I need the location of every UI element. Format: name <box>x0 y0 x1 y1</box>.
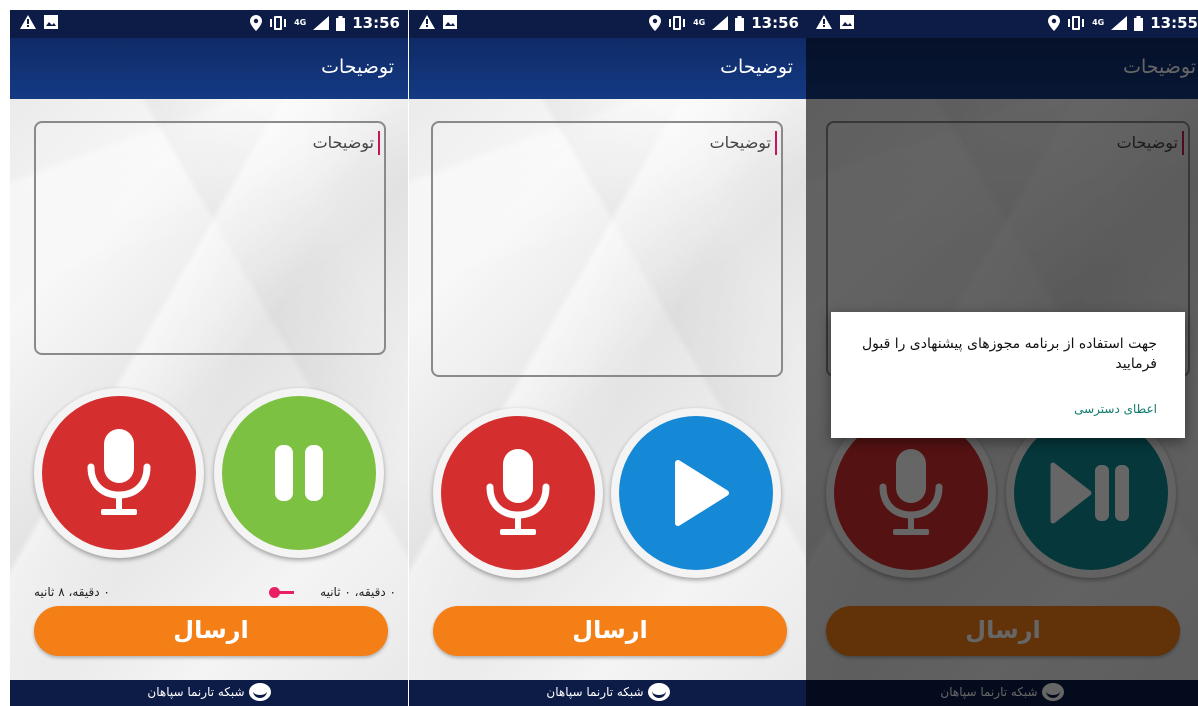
warning-icon <box>419 15 435 29</box>
send-button[interactable]: ارسال <box>34 606 388 656</box>
image-icon <box>443 15 457 29</box>
signal-icon <box>313 16 330 30</box>
microphone-icon <box>87 429 151 515</box>
footer-text: شبکه تارنما سپاهان <box>546 685 644 699</box>
vibrate-icon <box>669 16 686 30</box>
text-caret <box>378 131 380 155</box>
footer: شبکه تارنما سپاهان <box>10 680 408 706</box>
status-time: 13:55 <box>1150 14 1198 32</box>
pause-icon <box>275 445 323 501</box>
total-duration: ۰ دقیقه، ۸ ثانیه <box>34 585 110 599</box>
description-placeholder: توضیحات <box>709 133 771 152</box>
send-button[interactable]: ارسال <box>433 606 787 656</box>
image-icon <box>840 15 854 29</box>
location-icon <box>1048 15 1061 31</box>
footer: شبکه تارنما سپاهان <box>409 680 807 706</box>
page-title: توضیحات <box>720 56 793 78</box>
play-icon <box>675 460 729 526</box>
status-bar: 4G 13:56 <box>409 10 807 38</box>
battery-icon <box>1134 15 1144 31</box>
permission-dialog: جهت استفاده از برنامه مجوزهای پیشنهادی ر… <box>831 312 1185 438</box>
app-bar: توضیحات <box>409 38 807 99</box>
logo-icon <box>647 683 670 701</box>
screen-permission: 4G 13:55 توضیحات توضیحات ارسال <box>806 10 1198 706</box>
play-button[interactable] <box>611 408 781 578</box>
warning-icon <box>816 15 832 29</box>
signal-icon <box>712 16 729 30</box>
app-bar: توضیحات <box>10 38 408 99</box>
image-icon <box>44 15 58 29</box>
seek-handle[interactable] <box>269 587 280 598</box>
location-icon <box>649 15 662 31</box>
record-button[interactable] <box>433 408 603 578</box>
vibrate-icon <box>270 16 287 30</box>
recording-timer: ۰ دقیقه، ۸ ثانیه ۰ دقیقه، ۰ ثانیه <box>10 585 408 605</box>
status-bar: 4G 13:55 <box>806 10 1198 38</box>
screen-playback: 4G 13:56 توضیحات توضیحات ارسال شبکه تارن… <box>409 10 807 706</box>
footer-text: شبکه تارنما سپاهان <box>147 685 245 699</box>
description-input[interactable]: توضیحات <box>34 121 386 355</box>
screen-recording: 4G 13:56 توضیحات توضیحات ۰ دقیقه، ۸ ثانی… <box>10 10 408 706</box>
signal-icon <box>1111 16 1128 30</box>
page-title: توضیحات <box>321 56 394 78</box>
seek-track <box>278 591 294 594</box>
microphone-icon <box>486 449 550 535</box>
network-type: 4G <box>693 18 706 27</box>
location-icon <box>250 15 263 31</box>
elapsed-time: ۰ دقیقه، ۰ ثانیه <box>320 585 396 599</box>
text-caret <box>775 131 777 155</box>
status-bar: 4G 13:56 <box>10 10 408 38</box>
warning-icon <box>20 15 36 29</box>
battery-icon <box>735 15 745 31</box>
dialog-message: جهت استفاده از برنامه مجوزهای پیشنهادی ر… <box>861 336 1157 372</box>
network-type: 4G <box>1092 18 1105 27</box>
vibrate-icon <box>1068 16 1085 30</box>
status-time: 13:56 <box>352 14 400 32</box>
logo-icon <box>248 683 271 701</box>
battery-icon <box>336 15 346 31</box>
grant-permission-button[interactable]: اعطای دسترسی <box>1074 402 1157 416</box>
pause-button[interactable] <box>214 388 384 558</box>
network-type: 4G <box>294 18 307 27</box>
record-button[interactable] <box>34 388 204 558</box>
status-time: 13:56 <box>751 14 799 32</box>
description-placeholder: توضیحات <box>312 133 374 152</box>
description-input[interactable]: توضیحات <box>431 121 783 377</box>
